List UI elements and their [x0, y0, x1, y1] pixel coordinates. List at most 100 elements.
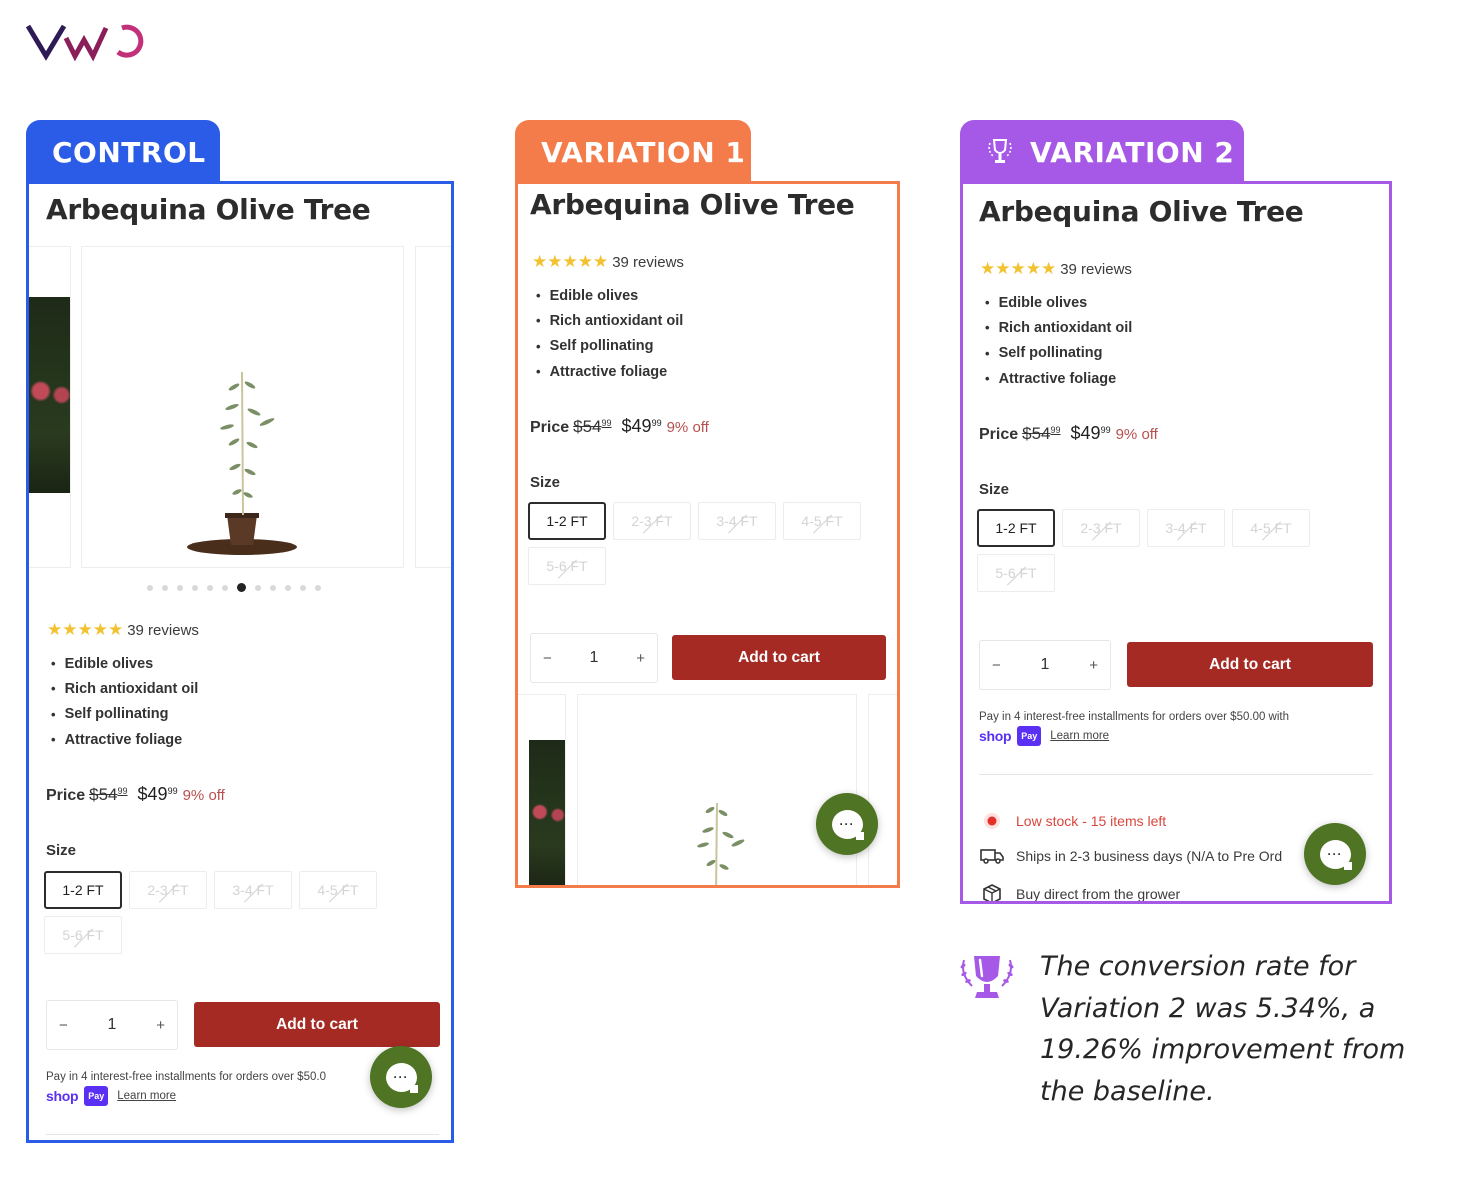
feature-item: Rich antioxidant oil: [536, 308, 684, 333]
learn-more-link[interactable]: Learn more: [117, 1087, 176, 1105]
chat-button[interactable]: ···: [1304, 823, 1366, 885]
shop-pay-badge: Pay: [1017, 726, 1042, 746]
sale-price: $4999: [621, 416, 662, 436]
gallery-dot[interactable]: [207, 584, 213, 591]
feature-list: Edible olives Rich antioxidant oil Self …: [51, 651, 199, 752]
feature-item: Attractive foliage: [985, 366, 1132, 391]
installments-text: Pay in 4 interest-free installments for …: [979, 711, 1290, 723]
price: Price $5499 $4999 9% off: [46, 784, 225, 805]
gallery-main-image[interactable]: [81, 246, 404, 568]
gallery-dot[interactable]: [177, 584, 183, 591]
variation-1-panel: Arbequina Olive Tree ★★★★★ 39 reviews Ed…: [515, 181, 900, 888]
garden-photo: [529, 740, 565, 885]
sale-price: $4999: [137, 784, 178, 804]
quantity-decrease-button[interactable]: −: [59, 1017, 68, 1034]
feature-list: Edible olives Rich antioxidant oil Self …: [536, 283, 684, 384]
gallery-dot[interactable]: [285, 584, 291, 591]
rating: ★★★★★ 39 reviews: [47, 620, 199, 640]
price-label: Price: [530, 419, 570, 436]
gallery-dot[interactable]: [315, 584, 321, 591]
gallery-next-image[interactable]: [415, 246, 451, 568]
gallery-prev-image[interactable]: [518, 694, 566, 885]
reviews-link[interactable]: 39 reviews: [127, 622, 199, 639]
quantity-decrease-button[interactable]: −: [992, 657, 1001, 674]
control-panel: Arbequina Olive Tree ★★★★★ 39 reviews • …: [26, 181, 454, 1143]
feature-list: Edible olives Rich antioxidant oil Self …: [985, 290, 1133, 391]
quantity-value[interactable]: 1: [1041, 656, 1050, 674]
size-option: 3-4 FT: [698, 502, 776, 540]
box-icon: [983, 884, 1001, 901]
size-options: 1-2 FT 2-3 FT 3-4 FT 4-5 FT 5-6 FT: [977, 509, 1317, 592]
size-option: 5-6 FT: [44, 916, 122, 954]
size-option[interactable]: 1-2 FT: [977, 509, 1055, 547]
sale-price: $4999: [1070, 423, 1111, 443]
compare-at-price: $5499: [573, 417, 612, 436]
quantity-decrease-button[interactable]: −: [543, 650, 552, 667]
size-option: 5-6 FT: [528, 547, 606, 585]
size-options: 1-2 FT 2-3 FT 3-4 FT 4-5 FT 5-6 FT: [528, 502, 868, 585]
variation-2-tab: VARIATION 2: [960, 120, 1244, 184]
feature-item: Rich antioxidant oil: [985, 315, 1133, 340]
add-to-cart-button[interactable]: Add to cart: [1127, 642, 1373, 687]
gallery-dot[interactable]: [162, 584, 168, 591]
size-option: 4-5 FT: [783, 502, 861, 540]
shop-pay-logo: shop: [979, 728, 1012, 744]
garden-photo: [29, 297, 70, 493]
feature-item: Rich antioxidant oil: [51, 676, 199, 701]
gallery-main-image[interactable]: [577, 694, 857, 885]
shipping-text: Ships in 2-3 business days (N/A to Pre O…: [1016, 848, 1283, 864]
quantity-value[interactable]: 1: [590, 649, 599, 667]
chat-button[interactable]: ···: [816, 793, 878, 855]
add-to-cart-button[interactable]: Add to cart: [194, 1002, 440, 1047]
quantity-increase-button[interactable]: +: [636, 650, 645, 667]
gallery-dot[interactable]: [237, 583, 246, 592]
quantity-increase-button[interactable]: +: [1089, 657, 1098, 674]
product-title: Arbequina Olive Tree: [46, 193, 371, 226]
chat-button[interactable]: ···: [370, 1046, 432, 1108]
feature-item: Self pollinating: [536, 334, 683, 359]
reviews-link[interactable]: 39 reviews: [1060, 261, 1132, 278]
shop-pay-logo: shop: [46, 1088, 79, 1104]
feature-item: Edible olives: [985, 290, 1132, 315]
feature-item: Edible olives: [51, 651, 198, 676]
rating: ★★★★★ 39 reviews: [532, 252, 684, 272]
trophy-icon: [988, 139, 1012, 163]
grower-row: Buy direct from the grower: [980, 884, 1180, 901]
gallery-dot[interactable]: [222, 584, 228, 591]
gallery-dot[interactable]: [147, 584, 153, 591]
gallery-dot[interactable]: [300, 584, 306, 591]
low-stock-dot-icon: [984, 813, 1000, 829]
result-summary: The conversion rate for Variation 2 was …: [1040, 951, 1406, 1108]
quantity-stepper[interactable]: − 1 +: [530, 633, 658, 683]
chat-bubble-icon: ···: [831, 809, 864, 840]
add-to-cart-button[interactable]: Add to cart: [672, 635, 886, 680]
price-label: Price: [46, 787, 86, 804]
quantity-value[interactable]: 1: [108, 1016, 117, 1034]
price: Price $5499 $4999 9% off: [979, 423, 1158, 444]
gallery-next-image[interactable]: [868, 694, 897, 885]
quantity-stepper[interactable]: − 1 +: [46, 1000, 178, 1050]
gallery-pagination: [147, 583, 321, 592]
gallery-prev-image[interactable]: [29, 246, 71, 568]
size-label: Size: [46, 842, 77, 859]
shipping-row: Ships in 2-3 business days (N/A to Pre O…: [980, 848, 1282, 864]
quantity-increase-button[interactable]: +: [156, 1017, 165, 1034]
size-option[interactable]: 1-2 FT: [44, 871, 122, 909]
trophy-icon: [960, 956, 1014, 998]
reviews-link[interactable]: 39 reviews: [612, 254, 684, 271]
gallery-dot[interactable]: [270, 584, 276, 591]
size-option[interactable]: 1-2 FT: [528, 502, 606, 540]
learn-more-link[interactable]: Learn more: [1050, 727, 1109, 745]
product-title: Arbequina Olive Tree: [979, 195, 1304, 228]
gallery-dot[interactable]: [192, 584, 198, 591]
divider: [46, 1134, 439, 1135]
quantity-stepper[interactable]: − 1 +: [979, 640, 1111, 690]
variation-1-tab: VARIATION 1: [515, 120, 751, 184]
low-stock-text: Low stock - 15 items left: [1016, 813, 1167, 829]
installments-info: Pay in 4 interest-free installments for …: [46, 1068, 326, 1106]
feature-item: Edible olives: [536, 283, 683, 308]
truck-icon: [980, 849, 1004, 864]
gallery-dot[interactable]: [255, 584, 261, 591]
vwo-logo: [26, 24, 144, 62]
installments-text: Pay in 4 interest-free installments for …: [46, 1071, 326, 1083]
